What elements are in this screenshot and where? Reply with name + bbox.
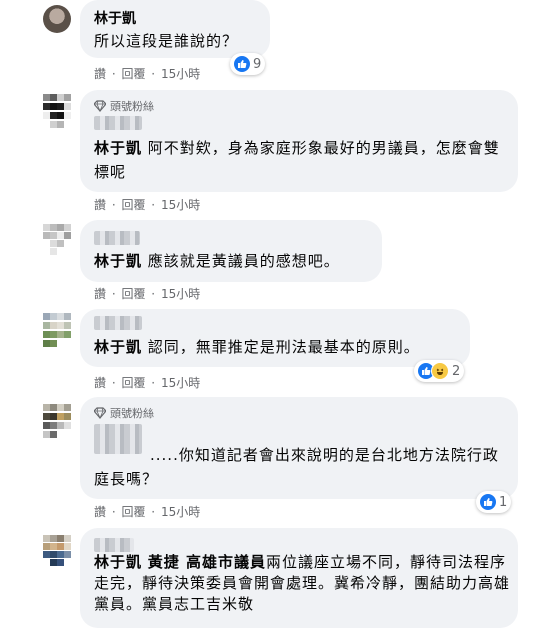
top-fan-badge[interactable]: 頭號粉絲	[94, 405, 154, 421]
commenter-avatar[interactable]	[43, 313, 71, 347]
blurred-author-name[interactable]	[94, 116, 142, 130]
reply-link[interactable]: 回覆	[121, 287, 145, 301]
comment-actions: 讚 · 回覆 · 15小時	[94, 376, 201, 390]
reply-link[interactable]: 回覆	[121, 67, 145, 81]
haha-icon	[431, 362, 449, 380]
comment-text: 林于凱 應該就是黃議員的感想吧。	[94, 252, 340, 270]
reply-link[interactable]: 回覆	[121, 198, 145, 212]
badge-label: 頭號粉絲	[110, 100, 154, 113]
badge-label: 頭號粉絲	[110, 407, 154, 420]
reply-link[interactable]: 回覆	[121, 505, 145, 519]
top-fan-badge[interactable]: 頭號粉絲	[94, 98, 154, 114]
timestamp[interactable]: 15小時	[161, 287, 200, 301]
comment-actions: 讚 · 回覆 · 15小時	[94, 505, 201, 519]
commenter-avatar[interactable]	[43, 404, 71, 440]
timestamp[interactable]: 15小時	[161, 505, 200, 519]
comment-bubble: 林于凱 所以這段是誰說的？	[80, 0, 270, 58]
commenter-avatar[interactable]	[43, 535, 71, 567]
commenter-avatar[interactable]	[43, 5, 71, 33]
diamond-icon	[94, 407, 106, 419]
comment-text: 林于凱 黃捷 高雄市議員兩位議座立場不同，靜待司法程序走完，靜待決策委員會開會處…	[94, 553, 511, 613]
comment-text: 所以這段是誰說的？	[94, 32, 239, 50]
blurred-author-name[interactable]	[94, 316, 142, 330]
separator: ·	[108, 67, 120, 81]
comment-author[interactable]: 林于凱	[94, 8, 136, 28]
timestamp[interactable]: 15小時	[161, 198, 200, 212]
like-link[interactable]: 讚	[94, 198, 106, 212]
mention-link[interactable]: 林于凱	[94, 553, 142, 571]
comment-actions: 讚 · 回覆 · 15小時	[94, 287, 201, 301]
like-link[interactable]: 讚	[94, 376, 106, 390]
blurred-author-name[interactable]	[94, 231, 140, 245]
reaction-count: 9	[253, 56, 262, 72]
commenter-avatar[interactable]	[43, 94, 71, 130]
comment-actions: 讚 · 回覆 · 15小時	[94, 65, 202, 82]
reaction-summary[interactable]: 1	[476, 491, 512, 513]
mention-link[interactable]: 林于凱	[94, 252, 142, 270]
diamond-icon	[94, 100, 106, 112]
reaction-count: 2	[452, 363, 461, 379]
reaction-summary[interactable]: 2	[414, 360, 465, 382]
like-icon	[234, 56, 250, 72]
mention-link[interactable]: 林于凱	[94, 338, 142, 356]
timestamp[interactable]: 15小時	[161, 67, 200, 81]
timestamp[interactable]: 15小時	[161, 376, 200, 390]
like-link[interactable]: 讚	[94, 67, 106, 81]
mention-link[interactable]: 林于凱	[94, 139, 142, 157]
reaction-summary[interactable]: 9	[230, 53, 266, 75]
mention-link[interactable]: 黃捷 高雄市議員	[148, 553, 266, 571]
separator: ·	[147, 67, 159, 81]
commenter-avatar[interactable]	[43, 224, 71, 256]
comment-actions: 讚 · 回覆 · 15小時	[94, 198, 201, 212]
comment-text: 林于凱 阿不對欸，身為家庭形象最好的男議員，怎麼會雙標呢	[94, 139, 500, 181]
like-icon	[480, 494, 496, 510]
blurred-author-name[interactable]	[94, 538, 134, 552]
reply-link[interactable]: 回覆	[121, 376, 145, 390]
comment-text: 林于凱 認同，無罪推定是刑法最基本的原則。	[94, 338, 420, 356]
like-link[interactable]: 讚	[94, 287, 106, 301]
like-link[interactable]: 讚	[94, 505, 106, 519]
reaction-count: 1	[499, 494, 508, 510]
comment-text: .....你知道記者會出來說明的是台北地方法院行政庭長嗎？	[94, 446, 499, 488]
